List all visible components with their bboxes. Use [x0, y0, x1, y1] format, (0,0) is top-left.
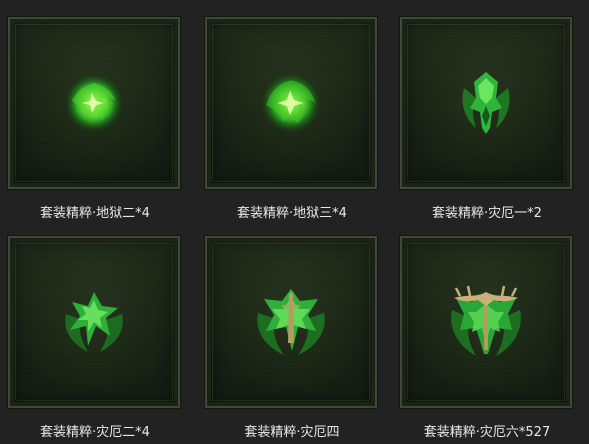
item-slot[interactable]: 套装精粹·地狱三*4 — [202, 15, 382, 225]
item-frame — [204, 16, 378, 190]
item-label: 套装精粹·地狱二*4 — [40, 206, 150, 221]
item-label: 套装精粹·灾厄二*4 — [40, 425, 150, 440]
item-slot[interactable]: 套装精粹·灾厄四 — [202, 234, 382, 444]
green-cross-emblem-icon — [65, 292, 123, 352]
item-label: 套装精粹·灾厄一*2 — [432, 206, 542, 221]
item-frame — [399, 16, 573, 190]
item-frame — [7, 235, 181, 409]
green-orb-icon — [64, 73, 124, 133]
item-slot[interactable]: 套装精粹·地狱二*4 — [5, 15, 185, 225]
item-slot[interactable]: 套装精粹·灾厄二*4 — [5, 234, 185, 444]
item-frame — [399, 235, 573, 409]
green-bone-crest-icon — [451, 285, 521, 356]
item-label: 套装精粹·地狱三*4 — [237, 206, 347, 221]
item-label: 套装精粹·灾厄六*527 — [423, 425, 551, 440]
item-label: 套装精粹·灾厄四 — [244, 425, 340, 440]
green-thorn-emblem-icon — [257, 289, 325, 355]
item-slot[interactable]: 套装精粹·灾厄一*2 — [397, 15, 577, 225]
green-emblem-small-icon — [462, 72, 510, 134]
item-grid: 套装精粹·地狱二*4 套装精粹·地狱三*4 套装精粹·灾厄一*2 套装精粹·灾厄… — [0, 0, 589, 442]
green-orb-icon — [260, 72, 322, 134]
item-slot[interactable]: 套装精粹·灾厄六*527 — [397, 234, 577, 444]
item-frame — [7, 16, 181, 190]
item-frame — [204, 235, 378, 409]
